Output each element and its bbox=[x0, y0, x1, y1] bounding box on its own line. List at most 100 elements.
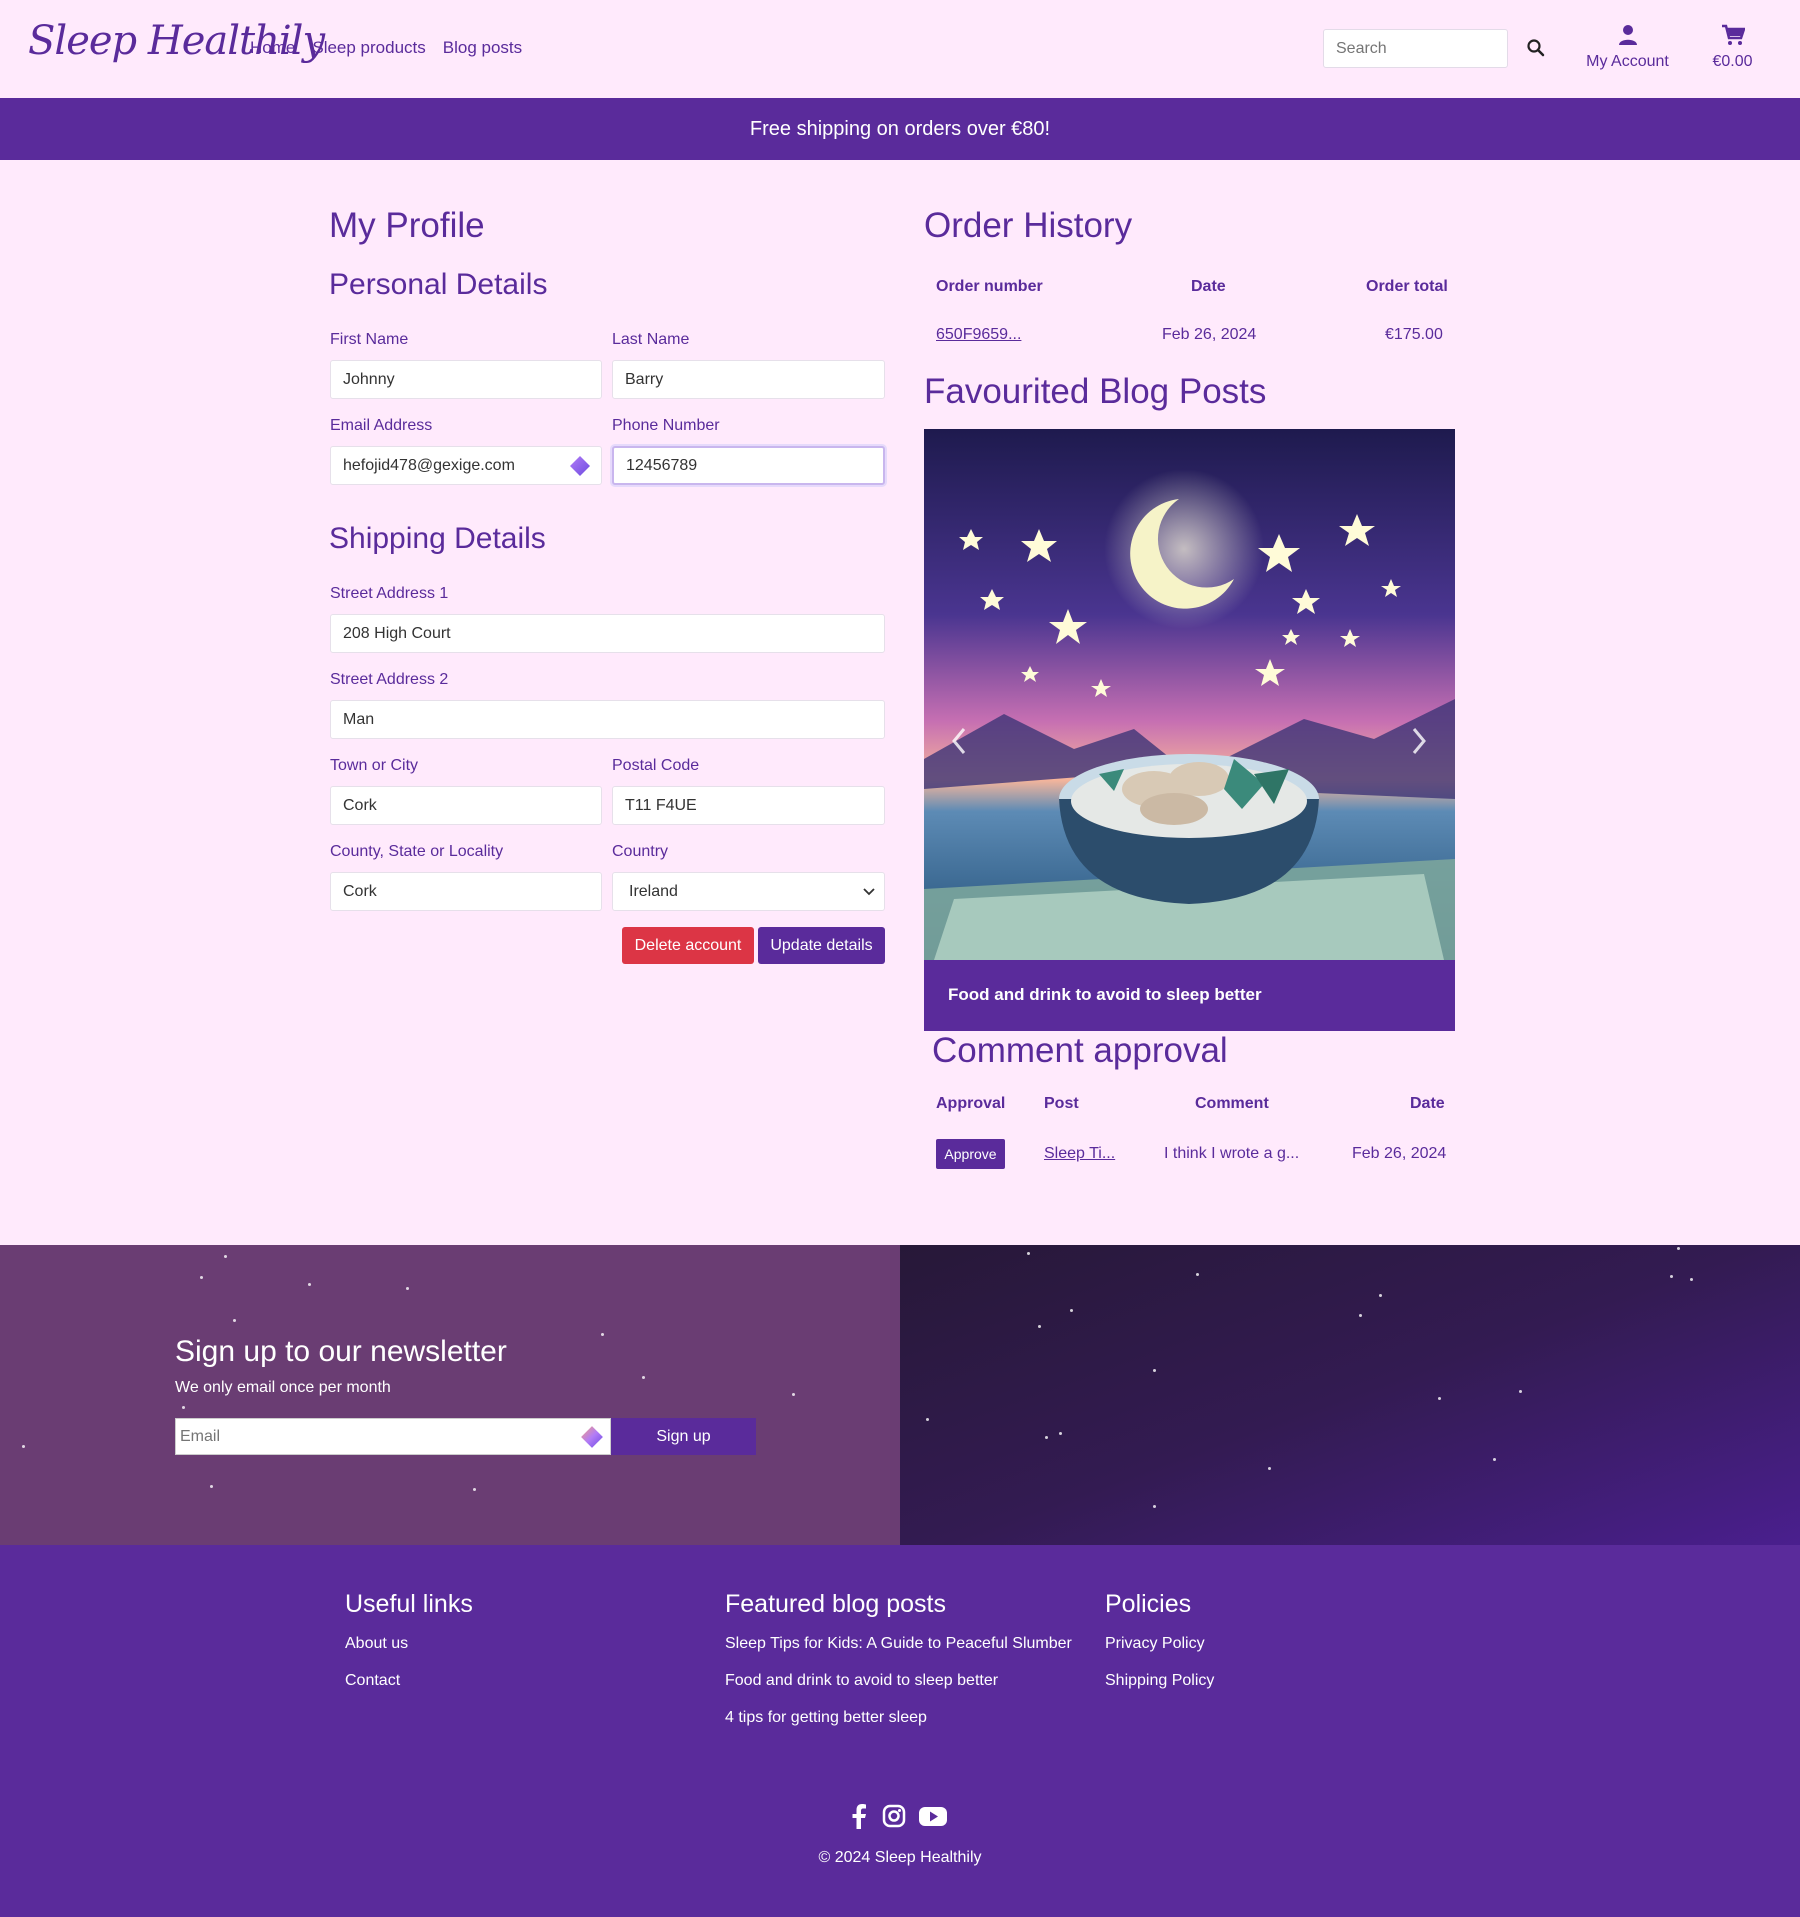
county-input[interactable] bbox=[331, 873, 601, 910]
footer-blog-link[interactable]: 4 tips for getting better sleep bbox=[725, 1709, 1072, 1727]
nav-home[interactable]: Home bbox=[250, 38, 295, 58]
instagram-icon[interactable] bbox=[882, 1803, 906, 1829]
first-name-input[interactable] bbox=[331, 361, 601, 398]
phone-label: Phone Number bbox=[612, 417, 720, 434]
search-icon[interactable] bbox=[1526, 38, 1546, 58]
first-name-field[interactable] bbox=[330, 360, 602, 399]
comment-date-header: Date bbox=[1410, 1095, 1445, 1112]
order-number-link[interactable]: 650F9659... bbox=[936, 326, 1021, 344]
last-name-field[interactable] bbox=[612, 360, 885, 399]
postal-field[interactable] bbox=[612, 786, 885, 825]
country-label: Country bbox=[612, 843, 669, 860]
footer-blog-link[interactable]: Food and drink to avoid to sleep better bbox=[725, 1672, 1072, 1690]
approval-header: Approval bbox=[936, 1095, 1006, 1112]
town-field[interactable] bbox=[330, 786, 602, 825]
street2-input[interactable] bbox=[331, 701, 884, 738]
main-nav: Home Sleep products Blog posts bbox=[250, 38, 522, 58]
street1-label: Street Address 1 bbox=[330, 585, 449, 602]
first-name-label: First Name bbox=[330, 331, 409, 348]
featured-posts-title: Featured blog posts bbox=[725, 1590, 946, 1618]
town-label: Town or City bbox=[330, 757, 419, 774]
newsletter-title: Sign up to our newsletter bbox=[175, 1335, 507, 1368]
footer-link-privacy[interactable]: Privacy Policy bbox=[1105, 1635, 1214, 1653]
newsletter-email-field[interactable] bbox=[175, 1418, 611, 1455]
comment-date: Feb 26, 2024 bbox=[1352, 1145, 1447, 1162]
comment-post-link[interactable]: Sleep Ti... bbox=[1044, 1145, 1115, 1163]
profile-title: My Profile bbox=[329, 206, 485, 245]
order-date-header: Date bbox=[1191, 278, 1226, 295]
carousel-caption[interactable]: Food and drink to avoid to sleep better bbox=[948, 985, 1262, 1005]
order-history-title: Order History bbox=[924, 206, 1133, 245]
search-field[interactable] bbox=[1323, 29, 1508, 68]
useful-links-column: Useful links About us Contact bbox=[345, 1590, 473, 1709]
policies-title: Policies bbox=[1105, 1590, 1192, 1618]
country-select[interactable] bbox=[612, 872, 885, 911]
footer-blog-link[interactable]: Sleep Tips for Kids: A Guide to Peaceful… bbox=[725, 1635, 1072, 1653]
password-manager-icon[interactable] bbox=[569, 455, 591, 477]
footer-link-about[interactable]: About us bbox=[345, 1635, 473, 1653]
nav-sleep-products[interactable]: Sleep products bbox=[312, 38, 425, 58]
cart-icon bbox=[1721, 24, 1746, 45]
postal-label: Postal Code bbox=[612, 757, 700, 774]
street2-label: Street Address 2 bbox=[330, 671, 449, 688]
user-icon bbox=[1618, 25, 1637, 45]
youtube-icon[interactable] bbox=[918, 1803, 948, 1829]
carousel-next-icon[interactable] bbox=[1395, 709, 1435, 779]
my-account-label: My Account bbox=[1586, 53, 1669, 70]
last-name-label: Last Name bbox=[612, 331, 690, 348]
cart-link[interactable]: €0.00 bbox=[1700, 24, 1765, 71]
policies-column: Policies Privacy Policy Shipping Policy bbox=[1105, 1590, 1214, 1709]
footer-link-shipping[interactable]: Shipping Policy bbox=[1105, 1672, 1214, 1690]
shipping-details-title: Shipping Details bbox=[329, 522, 546, 555]
newsletter-signup-button[interactable]: Sign up bbox=[611, 1418, 756, 1455]
cart-total: €0.00 bbox=[1712, 53, 1753, 70]
order-date: Feb 26, 2024 bbox=[1162, 326, 1257, 343]
newsletter-subtitle: We only email once per month bbox=[175, 1379, 391, 1396]
street1-input[interactable] bbox=[331, 615, 884, 652]
comment-header: Comment bbox=[1195, 1095, 1269, 1112]
site-footer: Useful links About us Contact Featured b… bbox=[0, 1545, 1800, 1917]
newsletter-section: Sign up to our newsletter We only email … bbox=[0, 1245, 1800, 1545]
county-label: County, State or Locality bbox=[330, 843, 504, 860]
county-field[interactable] bbox=[330, 872, 602, 911]
nav-blog-posts[interactable]: Blog posts bbox=[443, 38, 522, 58]
facebook-icon[interactable] bbox=[848, 1803, 870, 1829]
featured-posts-column: Featured blog posts Sleep Tips for Kids:… bbox=[725, 1590, 1072, 1746]
update-details-button[interactable]: Update details bbox=[758, 927, 885, 964]
footer-link-contact[interactable]: Contact bbox=[345, 1672, 473, 1690]
street2-field[interactable] bbox=[330, 700, 885, 739]
social-links bbox=[848, 1803, 948, 1829]
newsletter-email-input[interactable] bbox=[176, 1419, 610, 1454]
phone-field[interactable] bbox=[612, 446, 885, 485]
favourited-posts-title: Favourited Blog Posts bbox=[924, 372, 1267, 411]
blog-post-image[interactable] bbox=[924, 429, 1455, 960]
approve-button[interactable]: Approve bbox=[936, 1139, 1005, 1169]
carousel-prev-icon[interactable] bbox=[944, 709, 984, 779]
email-input[interactable] bbox=[331, 447, 601, 484]
order-total: €175.00 bbox=[1385, 326, 1443, 343]
town-input[interactable] bbox=[331, 787, 601, 824]
my-account-link[interactable]: My Account bbox=[1580, 24, 1675, 71]
country-value[interactable] bbox=[613, 873, 884, 910]
last-name-input[interactable] bbox=[613, 361, 884, 398]
email-field[interactable] bbox=[330, 446, 602, 485]
promo-banner: Free shipping on orders over €80! bbox=[0, 98, 1800, 160]
phone-input[interactable] bbox=[614, 448, 883, 483]
newsletter-night-sky bbox=[900, 1245, 1800, 1545]
delete-account-button[interactable]: Delete account bbox=[622, 927, 754, 964]
chevron-down-icon bbox=[863, 888, 875, 896]
personal-details-title: Personal Details bbox=[329, 268, 548, 301]
postal-input[interactable] bbox=[613, 787, 884, 824]
order-number-header: Order number bbox=[936, 278, 1043, 295]
useful-links-title: Useful links bbox=[345, 1590, 473, 1618]
comment-approval-title: Comment approval bbox=[932, 1031, 1228, 1070]
password-manager-icon[interactable] bbox=[580, 1425, 604, 1449]
order-total-header: Order total bbox=[1366, 278, 1448, 295]
newsletter-left-panel bbox=[0, 1245, 900, 1545]
comment-text: I think I wrote a g... bbox=[1164, 1145, 1300, 1162]
street1-field[interactable] bbox=[330, 614, 885, 653]
favourite-posts-carousel[interactable]: Food and drink to avoid to sleep better bbox=[924, 429, 1455, 1031]
post-header: Post bbox=[1044, 1095, 1079, 1112]
email-label: Email Address bbox=[330, 417, 433, 434]
search-input[interactable] bbox=[1324, 30, 1507, 67]
